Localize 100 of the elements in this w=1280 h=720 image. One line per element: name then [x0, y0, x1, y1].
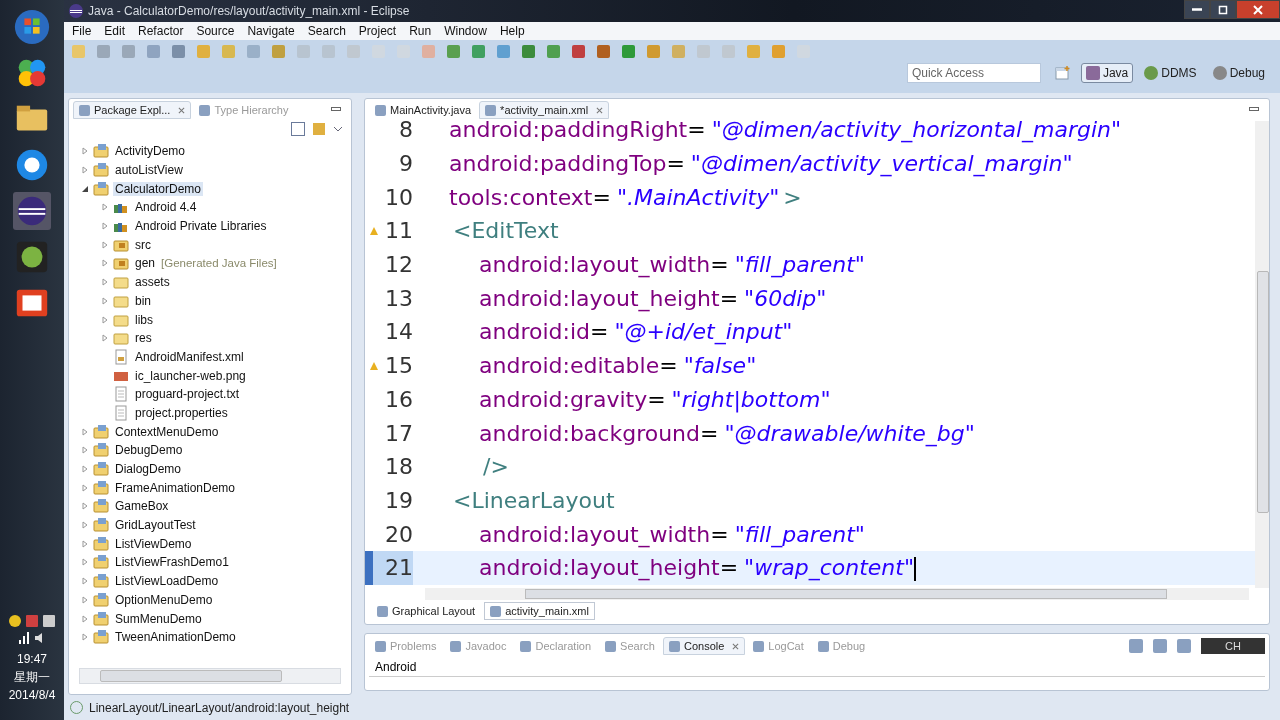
start-orb-icon[interactable] — [13, 8, 51, 46]
tool-icon[interactable] — [622, 45, 635, 58]
perspective-button[interactable]: DDMS — [1139, 63, 1202, 83]
open-perspective-icon[interactable] — [1054, 65, 1071, 81]
tree-item[interactable]: DebugDemo — [113, 443, 185, 458]
tree-item[interactable]: CalculatorDemo — [113, 181, 204, 196]
menu-item[interactable]: Edit — [104, 24, 126, 38]
tool-icon[interactable] — [447, 45, 460, 58]
tree-item[interactable]: proguard-project.txt — [133, 387, 242, 402]
menu-item[interactable]: Window — [444, 24, 487, 38]
horizontal-scrollbar[interactable] — [79, 668, 341, 684]
close-icon[interactable] — [596, 106, 604, 114]
menu-item[interactable]: Search — [307, 24, 346, 38]
tree-item[interactable]: autoListView — [113, 163, 185, 178]
menu-item[interactable]: Refactor — [138, 24, 184, 38]
minimize-view-icon[interactable] — [331, 107, 341, 113]
console-output: Android — [369, 658, 1265, 677]
tool-icon[interactable] — [572, 45, 585, 58]
tool-icon[interactable] — [122, 45, 135, 58]
tree-item[interactable]: DialogDemo — [113, 462, 184, 477]
network-flag-icon[interactable] — [26, 615, 38, 627]
tree-item[interactable]: GridLayoutTest — [113, 518, 198, 533]
code-text: android:editable= "false" — [478, 353, 757, 379]
tree-item[interactable]: GameBox — [113, 499, 171, 514]
view-tab[interactable]: Package Expl... — [73, 101, 192, 119]
maximize-button[interactable] — [1210, 0, 1236, 19]
tree-item[interactable]: TweenAnimationDemo — [113, 630, 238, 645]
menu-item[interactable]: Project — [358, 24, 397, 38]
project-folder-icon — [93, 479, 109, 496]
tree-item[interactable]: project.properties — [133, 405, 230, 420]
tool-icon[interactable] — [522, 45, 535, 58]
tree-item[interactable]: ActivityDemo — [113, 144, 187, 159]
console-tool-icon[interactable] — [1177, 639, 1192, 653]
editor-tab[interactable]: MainActivity.java — [369, 101, 478, 119]
tool-icon[interactable] — [172, 45, 185, 58]
tray-device-icon[interactable] — [43, 615, 55, 627]
menu-item[interactable]: Source — [196, 24, 235, 38]
tool-icon[interactable] — [547, 45, 560, 58]
tool-icon[interactable] — [472, 45, 485, 58]
code-text: tools:context= ".MainActivity" > — [448, 184, 802, 210]
tree-item[interactable]: assets — [133, 275, 172, 290]
tree-item[interactable]: ListViewLoadDemo — [113, 574, 221, 589]
view-menu-icon[interactable] — [333, 126, 343, 132]
tree-item[interactable]: Android Private Libraries — [133, 219, 269, 234]
editor-tab[interactable]: *activity_main.xml — [479, 101, 610, 119]
menu-item[interactable]: Run — [409, 24, 432, 38]
project-folder-icon — [93, 461, 109, 478]
tree-item[interactable]: SumMenuDemo — [113, 611, 204, 626]
tree-item[interactable]: bin — [133, 293, 153, 308]
tree-item[interactable]: OptionMenuDemo — [113, 592, 215, 607]
tool-icon[interactable] — [272, 45, 285, 58]
tray-app-icon[interactable] — [9, 615, 21, 627]
tool-icon[interactable] — [647, 45, 660, 58]
tool-icon[interactable] — [497, 45, 510, 58]
clock-date: 2014/8/4 — [8, 687, 56, 704]
project-folder-icon — [93, 162, 109, 179]
tree-item[interactable]: ListViewDemo — [113, 536, 194, 551]
tree-item[interactable]: libs — [133, 312, 155, 327]
console-tool-icon[interactable] — [1153, 639, 1168, 653]
xml-file-icon — [113, 348, 129, 365]
tree-item[interactable]: src — [133, 237, 153, 252]
view-tab[interactable]: Console — [662, 637, 746, 655]
tree-item[interactable]: res — [133, 331, 154, 346]
signal-icon[interactable] — [17, 632, 30, 644]
project-folder-icon — [93, 143, 109, 160]
close-icon[interactable] — [178, 106, 186, 114]
menu-item[interactable]: Help — [499, 24, 525, 38]
expand-arrow-icon[interactable] — [81, 184, 89, 193]
tree-item[interactable]: FrameAnimationDemo — [113, 480, 238, 495]
menu-item[interactable]: File — [72, 24, 92, 38]
language-bar[interactable]: CH — [1201, 638, 1265, 654]
code-text: <LinearLayout — [452, 487, 615, 513]
code-text: android:gravity= "right|bottom" — [478, 386, 831, 412]
tool-icon[interactable] — [147, 45, 160, 58]
menu-item[interactable]: Navigate — [247, 24, 295, 38]
minimize-button[interactable] — [1184, 0, 1210, 19]
quick-access-field[interactable]: Quick Access — [906, 63, 1041, 83]
line-number: 10 — [385, 184, 413, 210]
close-icon[interactable] — [732, 642, 740, 650]
eclipse-icon[interactable] — [13, 192, 51, 230]
tree-item[interactable]: gen — [133, 256, 158, 271]
project-folder-icon — [93, 573, 109, 590]
perspective-button[interactable]: Debug — [1207, 63, 1270, 83]
tree-item[interactable]: Android 4.4 — [133, 200, 199, 215]
tool-icon[interactable] — [97, 45, 110, 58]
perspective-button[interactable]: Java — [1080, 63, 1134, 83]
editor-mode-tab[interactable]: activity_main.xml — [484, 602, 595, 620]
horizontal-scrollbar[interactable] — [425, 588, 1249, 600]
collapse-all-icon[interactable] — [291, 122, 305, 136]
tree-item[interactable]: ListViewFrashDemo1 — [113, 555, 231, 570]
tree-item[interactable]: AndroidManifest.xml — [133, 349, 246, 364]
minimize-view-icon[interactable] — [1249, 107, 1259, 113]
close-button[interactable] — [1236, 0, 1280, 19]
folder-icon — [113, 274, 129, 291]
tree-item[interactable]: ic_launcher-web.png — [133, 368, 248, 383]
tool-icon[interactable] — [597, 45, 610, 58]
tree-item[interactable]: ContextMenuDemo — [113, 424, 221, 439]
console-tool-icon[interactable] — [1129, 639, 1144, 653]
vertical-scrollbar[interactable] — [1255, 121, 1269, 588]
editor-mode-tab[interactable]: Graphical Layout — [371, 602, 482, 620]
